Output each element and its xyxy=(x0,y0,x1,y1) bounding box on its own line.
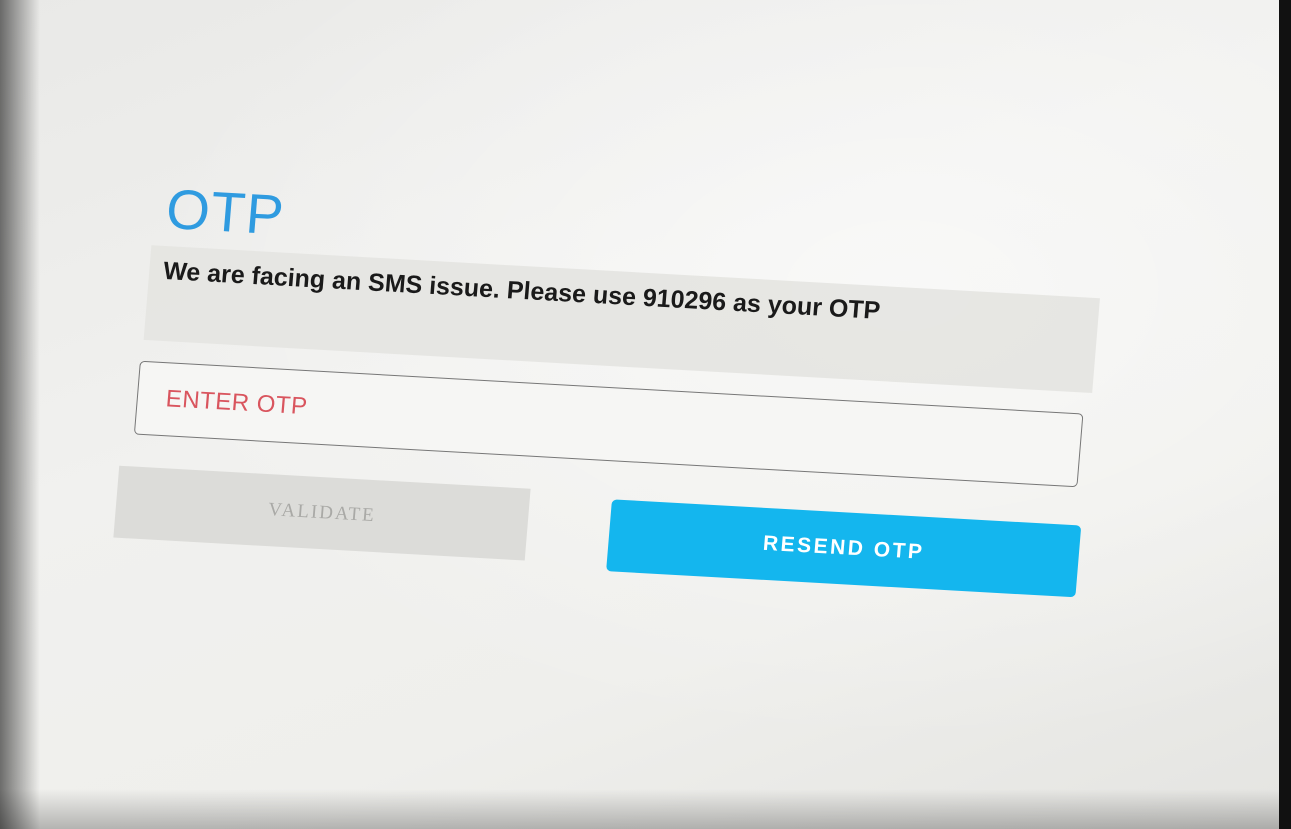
validate-button[interactable]: VALIDATE xyxy=(113,465,531,561)
resend-otp-button[interactable]: RESEND OTP xyxy=(606,499,1082,598)
photo-edge-shadow xyxy=(0,0,40,829)
page-title: OTP xyxy=(163,177,288,247)
monitor-bezel xyxy=(1279,0,1291,829)
otp-form: OTP We are facing an SMS issue. Please u… xyxy=(111,165,1108,687)
screen: OTP We are facing an SMS issue. Please u… xyxy=(0,0,1291,829)
photo-edge-shadow xyxy=(0,789,1291,829)
